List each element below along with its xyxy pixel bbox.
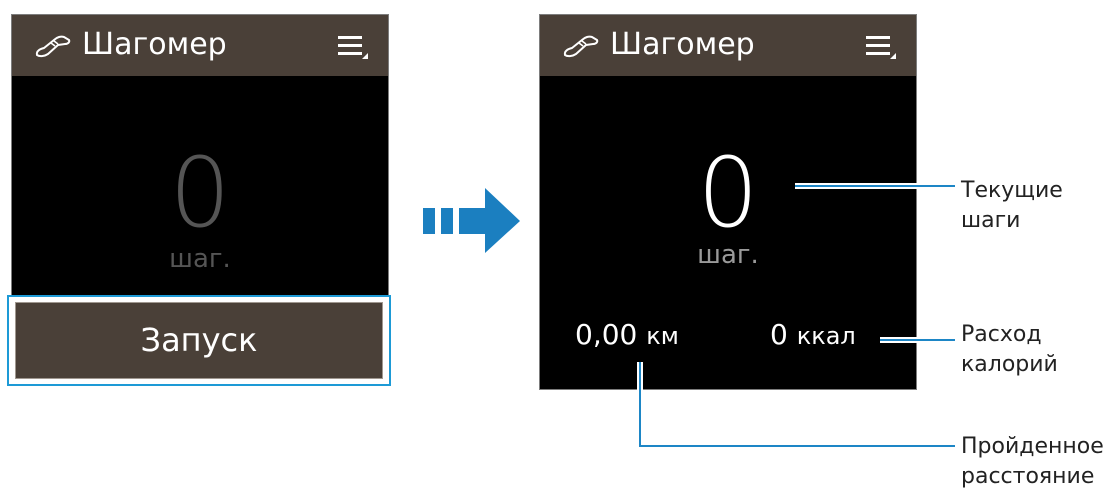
shoe-icon xyxy=(563,35,599,58)
callout-line-2: расстояние xyxy=(961,464,1095,489)
menu-icon[interactable] xyxy=(866,33,896,61)
step-unit: шаг. xyxy=(169,244,231,274)
app-header: Шагомер xyxy=(12,15,388,76)
callout-current-steps: Текущие шаги xyxy=(961,176,1063,236)
pedometer-screen-active: Шагомер 0 шаг. 0,00 км 0 ккал xyxy=(539,14,917,390)
callout-distance-travelled: Пройденное расстояние xyxy=(961,432,1104,492)
menu-icon[interactable] xyxy=(338,33,368,61)
step-count: 0 xyxy=(697,137,759,249)
callout-calories-burned: Расход калорий xyxy=(961,320,1058,380)
start-button[interactable]: Запуск xyxy=(15,302,383,379)
app-header: Шагомер xyxy=(540,15,916,76)
right-arrow-icon xyxy=(423,188,520,253)
callout-line-1: Расход xyxy=(961,322,1042,347)
callout-line-1: Текущие xyxy=(961,178,1063,203)
step-count: 0 xyxy=(169,137,231,249)
step-unit: шаг. xyxy=(697,240,759,270)
calories-unit: ккал xyxy=(796,322,856,350)
app-title: Шагомер xyxy=(82,27,227,62)
app-title: Шагомер xyxy=(610,27,755,62)
callout-line-1: Пройденное xyxy=(961,434,1104,459)
calories-value: 0 xyxy=(770,318,788,351)
pedometer-screen-initial: Шагомер 0 шаг. xyxy=(11,14,389,296)
callout-line-2: шаги xyxy=(961,208,1021,233)
callout-line-2: калорий xyxy=(961,352,1058,377)
distance-value: 0,00 xyxy=(575,318,638,351)
distance-stat: 0,00 км xyxy=(575,318,679,353)
start-button-highlight: Запуск xyxy=(7,295,391,386)
shoe-icon xyxy=(35,35,71,58)
distance-unit: км xyxy=(646,322,679,350)
calories-stat: 0 ккал xyxy=(770,318,856,353)
